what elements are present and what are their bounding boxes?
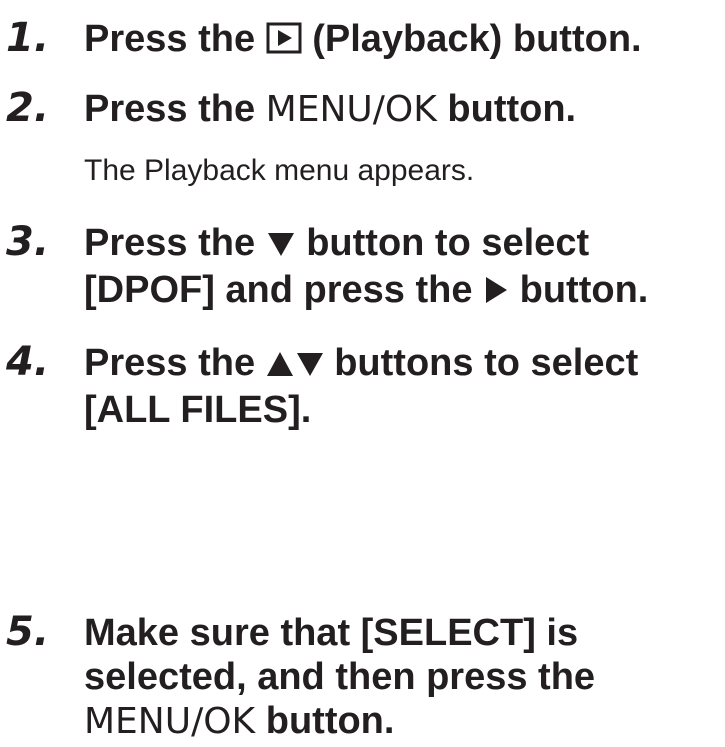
step-text-line2-after: button. <box>519 269 649 311</box>
step-text: Press the (Playback) button. <box>84 20 642 61</box>
step-text: Make sure that [SELECT] is selected, and… <box>84 614 595 740</box>
step-text-before: Press the <box>84 222 256 264</box>
step-note: The Playback menu appears. <box>84 154 475 187</box>
step-text-before: Press the <box>84 88 256 130</box>
menu-ok-key-label: MENU/OK <box>265 89 437 130</box>
step-text-after: button. <box>265 700 395 742</box>
playback-icon <box>266 22 302 61</box>
up-down-triangle-icon <box>266 347 324 385</box>
step-text-line1: Make sure that [SELECT] is <box>84 612 579 654</box>
step-number: 2. <box>6 85 50 131</box>
step-text-after: buttons to select <box>334 342 639 384</box>
step-text-after: (Playback) button. <box>312 18 642 60</box>
step-text: Press the MENU/OK button. <box>84 90 576 128</box>
menu-ok-key-label: MENU/OK <box>84 701 256 742</box>
step-number: 4. <box>6 339 50 385</box>
step-text: Press the button to select [DPOF] and pr… <box>84 224 648 312</box>
down-triangle-icon <box>266 227 296 265</box>
step-text-after: button. <box>447 88 577 130</box>
step-number: 1. <box>6 15 50 61</box>
step-number: 5. <box>6 609 50 655</box>
right-triangle-icon <box>483 274 509 312</box>
step-text-line2: selected, and then press the <box>84 656 596 698</box>
step-text: Press the buttons to select [ALL FILES]. <box>84 344 638 429</box>
step-text-line2-before: [DPOF] and press the <box>84 269 473 311</box>
step-text-before: Press the <box>84 342 256 384</box>
step-number: 3. <box>6 219 50 265</box>
step-text-line2: [ALL FILES]. <box>84 389 312 431</box>
step-text-line3: MENU/OK button. <box>84 702 595 740</box>
step-text-before: Press the <box>84 18 256 60</box>
step-text-after: button to select <box>306 222 590 264</box>
step-text-line2: [DPOF] and press the button. <box>84 271 648 312</box>
